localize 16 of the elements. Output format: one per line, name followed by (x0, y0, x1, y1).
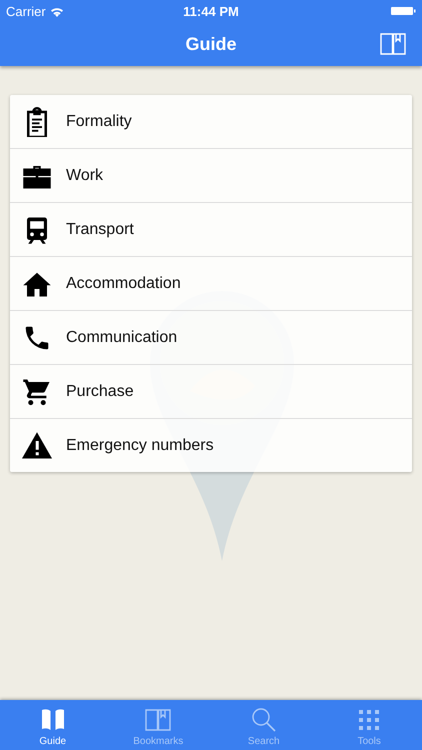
menu-item[interactable]: Work (10, 149, 412, 203)
wifi-icon (50, 6, 64, 16)
menu-item[interactable]: Formality (10, 95, 412, 149)
menu-item[interactable]: Communication (10, 311, 412, 365)
status-time: 11:44 PM (182, 4, 240, 18)
menu-item[interactable]: Transport (10, 203, 412, 257)
menu-item[interactable]: Purchase (10, 365, 412, 419)
menu-item[interactable]: Accommodation (10, 257, 412, 311)
tab-bar-item[interactable]: Guide (0, 700, 106, 750)
cart-icon (22, 376, 52, 406)
battery-icon (391, 6, 416, 16)
search-icon (250, 706, 278, 734)
nav-title: Guide (185, 34, 236, 54)
menu-item[interactable]: Emergency numbers (10, 419, 412, 472)
warning-icon (22, 430, 52, 460)
carrier-label: Carrier (6, 4, 46, 18)
